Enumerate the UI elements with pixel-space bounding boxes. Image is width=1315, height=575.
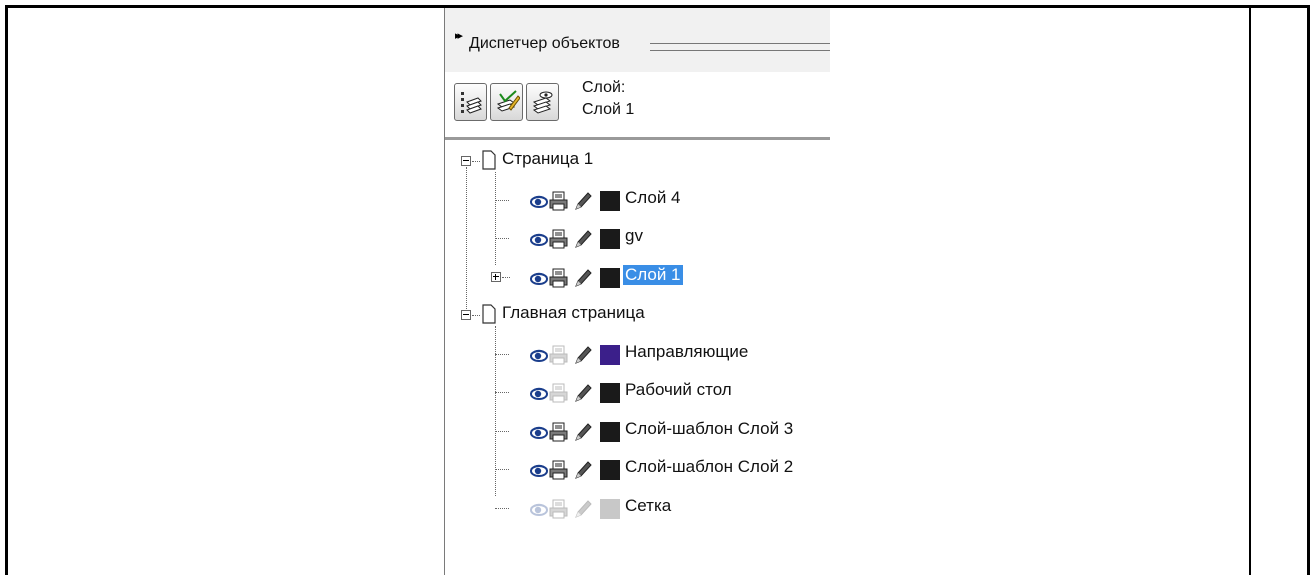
printer-icon[interactable] [549, 460, 568, 480]
layer-list-icon [461, 92, 482, 114]
table-column-divider [1249, 5, 1251, 575]
tree-layer-row[interactable]: Рабочий стол [445, 373, 830, 411]
tree-connector [495, 507, 509, 509]
visibility-eye-icon[interactable] [529, 345, 549, 365]
tree-layer-row[interactable]: Слой-шаблон Слой 3 [445, 412, 830, 450]
panel-header: ▸▸ Диспетчер объектов [445, 8, 830, 72]
tree-connector [466, 167, 467, 315]
tree-page-row[interactable]: Страница 1 [445, 142, 830, 180]
visibility-eye-icon[interactable] [529, 383, 549, 403]
current-layer-heading: Слой: [582, 79, 626, 96]
edit-layers-button[interactable] [490, 83, 523, 121]
layer-list-button[interactable] [454, 83, 487, 121]
tree-connector [495, 353, 509, 355]
page-icon [482, 150, 496, 170]
tree-connector [472, 161, 480, 162]
tree-layer-label[interactable]: Сетка [625, 496, 671, 516]
printer-icon[interactable] [549, 268, 568, 288]
printer-icon[interactable] [549, 383, 568, 403]
tree-layer-label[interactable]: Слой 4 [625, 188, 681, 208]
tree-layer-label[interactable]: gv [625, 226, 643, 246]
tree-layer-label[interactable]: Слой 1 [623, 264, 683, 285]
tree-connector [472, 315, 480, 316]
layer-manager-button[interactable] [526, 83, 559, 121]
collapse-arrows-icon[interactable]: ▸▸ [455, 29, 463, 42]
table-right-border [1307, 5, 1310, 575]
table-left-border [5, 5, 8, 575]
layer-color-swatch[interactable] [600, 229, 620, 249]
pencil-edit-icon[interactable] [573, 383, 593, 403]
current-layer-name: Слой 1 [582, 101, 635, 118]
title-rule [650, 43, 830, 51]
visibility-eye-icon[interactable] [529, 460, 549, 480]
layer-color-swatch[interactable] [600, 344, 620, 365]
pencil-edit-icon[interactable] [573, 345, 593, 365]
tree-connector [495, 469, 509, 470]
pencil-edit-icon[interactable] [573, 191, 593, 211]
tree-page-label: Главная страница [502, 303, 645, 322]
layer-color-swatch[interactable] [600, 267, 620, 288]
printer-icon[interactable] [549, 422, 568, 442]
collapse-toggle-icon[interactable] [461, 156, 471, 166]
tree-connector [495, 430, 509, 432]
layer-color-swatch[interactable] [600, 190, 620, 211]
visibility-eye-icon[interactable] [529, 191, 549, 211]
layer-manager-icon [532, 91, 553, 114]
tree-connector [502, 276, 510, 278]
printer-icon[interactable] [549, 191, 568, 211]
pencil-edit-icon[interactable] [573, 499, 593, 519]
tree-layer-row[interactable]: Слой-шаблон Слой 2 [445, 450, 830, 488]
tree-layer-row[interactable]: Слой 1 [445, 258, 830, 296]
tree-layer-row[interactable]: gv [445, 219, 830, 257]
visibility-eye-icon[interactable] [529, 499, 549, 519]
tree-page-row[interactable]: Главная страница [445, 296, 830, 334]
object-manager-panel: ▸▸ Диспетчер объектов Слой: Слой 1 Стран… [444, 8, 830, 575]
tree-layer-row[interactable]: Направляющие [445, 335, 830, 373]
printer-icon[interactable] [549, 229, 568, 249]
printer-icon[interactable] [549, 345, 568, 365]
panel-separator [445, 137, 830, 140]
visibility-eye-icon[interactable] [529, 422, 549, 442]
tree-layer-label[interactable]: Слой-шаблон Слой 2 [625, 457, 793, 477]
pencil-edit-icon[interactable] [573, 268, 593, 288]
tree-layer-label[interactable]: Рабочий стол [625, 380, 732, 400]
pencil-edit-icon[interactable] [573, 422, 593, 442]
tree-page-label: Страница 1 [502, 149, 594, 168]
expand-toggle-icon[interactable] [491, 271, 501, 282]
visibility-eye-icon[interactable] [529, 229, 549, 249]
tree-layer-row[interactable]: Слой 4 [445, 181, 830, 219]
tree-layer-label[interactable]: Слой-шаблон Слой 3 [625, 419, 793, 439]
panel-title: Диспетчер объектов [469, 35, 620, 52]
layer-color-swatch[interactable] [600, 498, 620, 519]
layer-color-swatch[interactable] [600, 383, 620, 403]
layer-color-swatch[interactable] [600, 421, 620, 442]
tree-connector [495, 199, 509, 201]
pencil-edit-icon[interactable] [573, 229, 593, 249]
visibility-eye-icon[interactable] [529, 268, 549, 288]
current-layer-caption: Слой: Слой 1 [582, 77, 634, 121]
pencil-edit-icon[interactable] [573, 460, 593, 480]
tree-connector [495, 392, 509, 393]
layer-color-swatch[interactable] [600, 460, 620, 480]
printer-icon[interactable] [549, 499, 568, 519]
page-icon [482, 304, 496, 324]
collapse-toggle-icon[interactable] [461, 310, 471, 320]
tree-layer-label[interactable]: Направляющие [625, 342, 748, 362]
edit-layers-icon [496, 90, 520, 112]
tree-layer-row[interactable]: Сетка [445, 489, 830, 527]
tree-connector [495, 238, 509, 239]
